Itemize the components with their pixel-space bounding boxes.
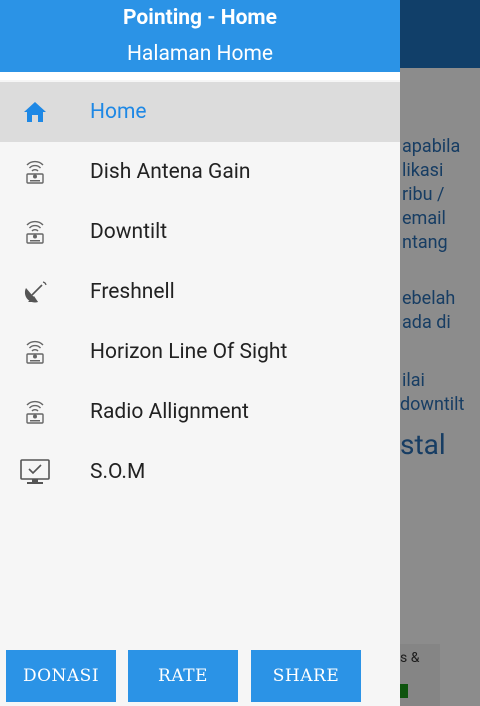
menu-item-downtilt[interactable]: Downtilt	[0, 202, 400, 262]
drawer-menu: Home Dish Antena Gain Downtilt Freshnell…	[0, 82, 400, 502]
menu-item-freshnell[interactable]: Freshnell	[0, 262, 400, 322]
monitor-check-icon	[20, 459, 50, 484]
drawer-title: Pointing - Home	[123, 6, 277, 30]
navigation-drawer: Pointing - Home Halaman Home Home Dish A…	[0, 0, 400, 706]
radio-antenna-icon	[26, 400, 44, 424]
menu-item-label: Dish Antena Gain	[90, 160, 251, 184]
menu-item-radio-allignment[interactable]: Radio Allignment	[0, 382, 400, 442]
home-icon	[24, 102, 46, 122]
drawer-header: Pointing - Home Halaman Home	[0, 0, 400, 72]
radio-antenna-icon	[26, 220, 44, 244]
menu-item-label: S.O.M	[90, 460, 146, 484]
satellite-dish-icon	[24, 281, 47, 303]
drawer-subtitle: Halaman Home	[126, 42, 274, 66]
menu-item-label: Radio Allignment	[90, 400, 249, 424]
menu-item-label: Home	[90, 100, 147, 124]
rate-button[interactable]: RATE	[128, 650, 238, 702]
donasi-button[interactable]: DONASI	[6, 650, 116, 702]
menu-item-dish-antena-gain[interactable]: Dish Antena Gain	[0, 142, 400, 202]
menu-item-home[interactable]: Home	[0, 82, 400, 142]
menu-item-label: Horizon Line Of Sight	[90, 340, 288, 364]
menu-item-som[interactable]: S.O.M	[0, 442, 400, 502]
share-button[interactable]: SHARE	[251, 650, 361, 702]
radio-antenna-icon	[26, 160, 44, 184]
radio-antenna-icon	[26, 340, 44, 364]
header-divider	[0, 72, 400, 80]
menu-item-label: Downtilt	[90, 220, 168, 244]
menu-item-horizon-line-of-sight[interactable]: Horizon Line Of Sight	[0, 322, 400, 382]
menu-item-label: Freshnell	[90, 280, 175, 304]
